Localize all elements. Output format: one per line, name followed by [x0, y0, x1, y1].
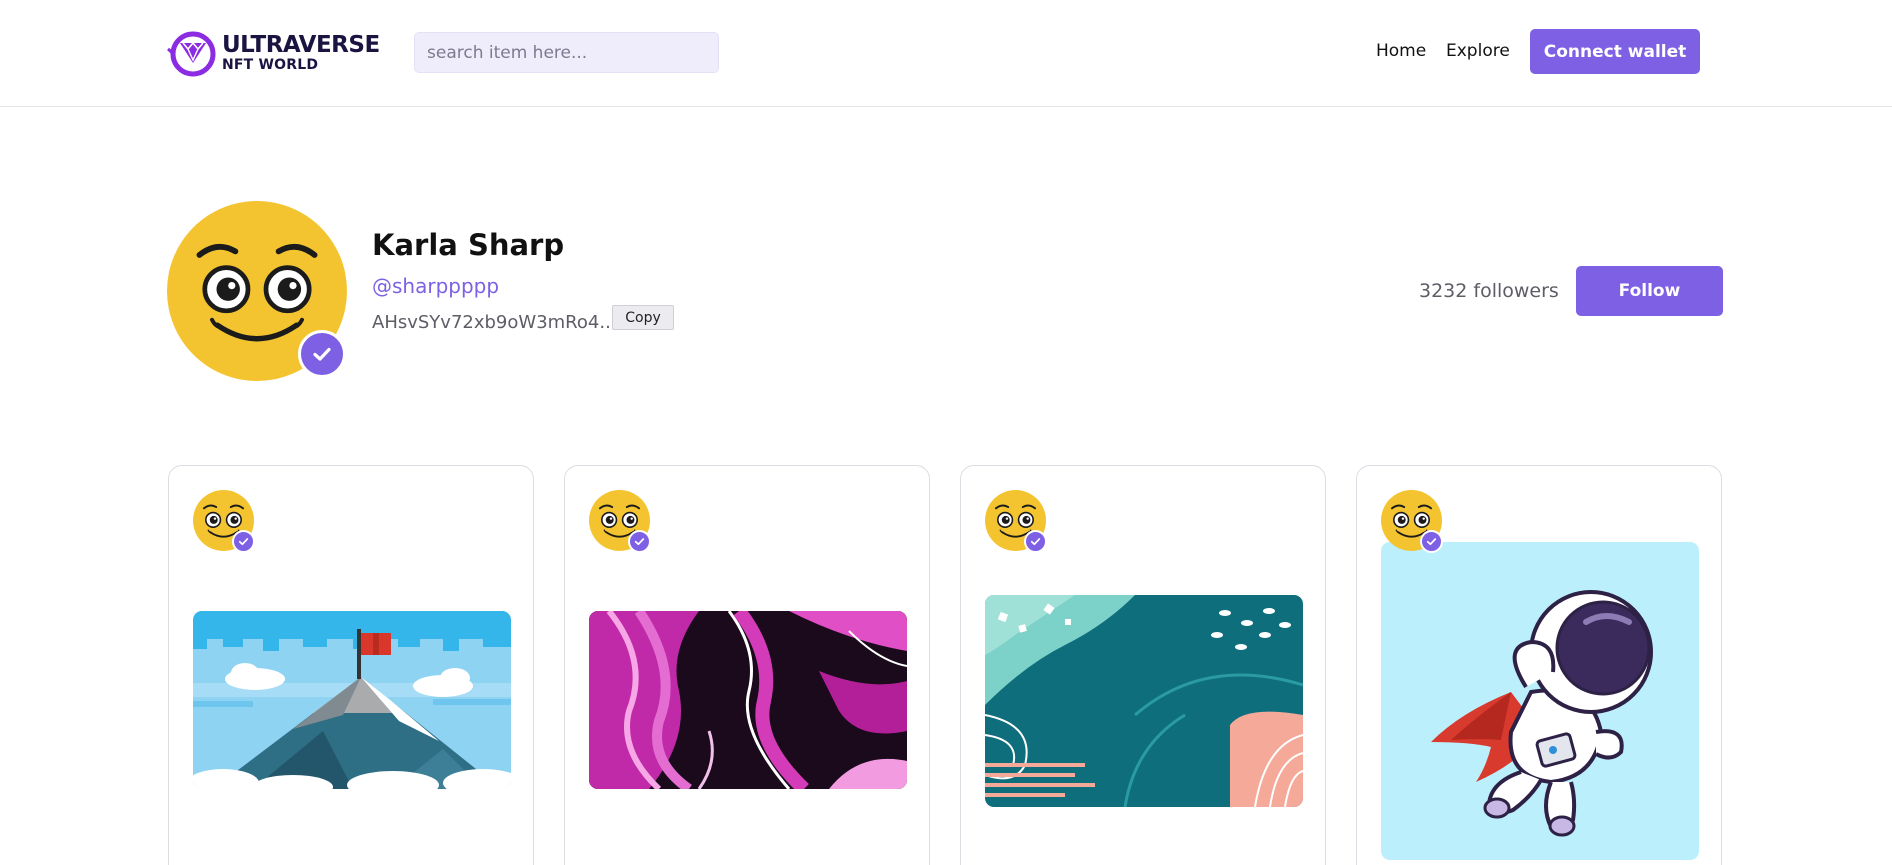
nft-card[interactable]	[960, 465, 1326, 865]
top-header: ULTRAVERSE NFT WORLD Home Explore Connec…	[0, 0, 1892, 107]
verified-badge	[232, 530, 255, 553]
follow-button[interactable]: Follow	[1576, 266, 1723, 316]
nft-image-mountain	[193, 611, 511, 789]
nft-image-teal-abstract	[985, 595, 1303, 807]
verified-badge	[628, 530, 651, 553]
followers-count: 3232 followers	[1419, 280, 1559, 302]
connect-wallet-button[interactable]: Connect wallet	[1530, 29, 1700, 74]
verified-badge	[1420, 530, 1443, 553]
check-icon	[237, 535, 250, 548]
wallet-address: AHsvSYv72xb9oW3mRo4...	[372, 312, 617, 333]
profile-handle[interactable]: @sharppppp	[372, 274, 499, 298]
search-input[interactable]	[414, 32, 719, 73]
nft-image-marble	[589, 611, 907, 789]
nft-card[interactable]	[564, 465, 930, 865]
verified-badge	[298, 330, 346, 378]
nft-image-astronaut	[1381, 542, 1699, 860]
brand-logo[interactable]: ULTRAVERSE NFT WORLD	[166, 29, 381, 77]
logo-title: ULTRAVERSE	[222, 32, 380, 58]
diamond-ring-logo-icon	[167, 31, 216, 77]
check-icon	[633, 535, 646, 548]
check-icon	[1029, 535, 1042, 548]
nav-explore-link[interactable]: Explore	[1446, 41, 1510, 61]
nft-card[interactable]	[1356, 465, 1722, 865]
nft-card[interactable]	[168, 465, 534, 865]
verified-badge	[1024, 530, 1047, 553]
logo-subtitle: NFT WORLD	[222, 57, 319, 73]
nav-home-link[interactable]: Home	[1376, 41, 1426, 61]
check-icon	[310, 342, 334, 366]
profile-name: Karla Sharp	[372, 228, 565, 262]
check-icon	[1425, 535, 1438, 548]
copy-address-button[interactable]: Copy	[612, 305, 674, 330]
